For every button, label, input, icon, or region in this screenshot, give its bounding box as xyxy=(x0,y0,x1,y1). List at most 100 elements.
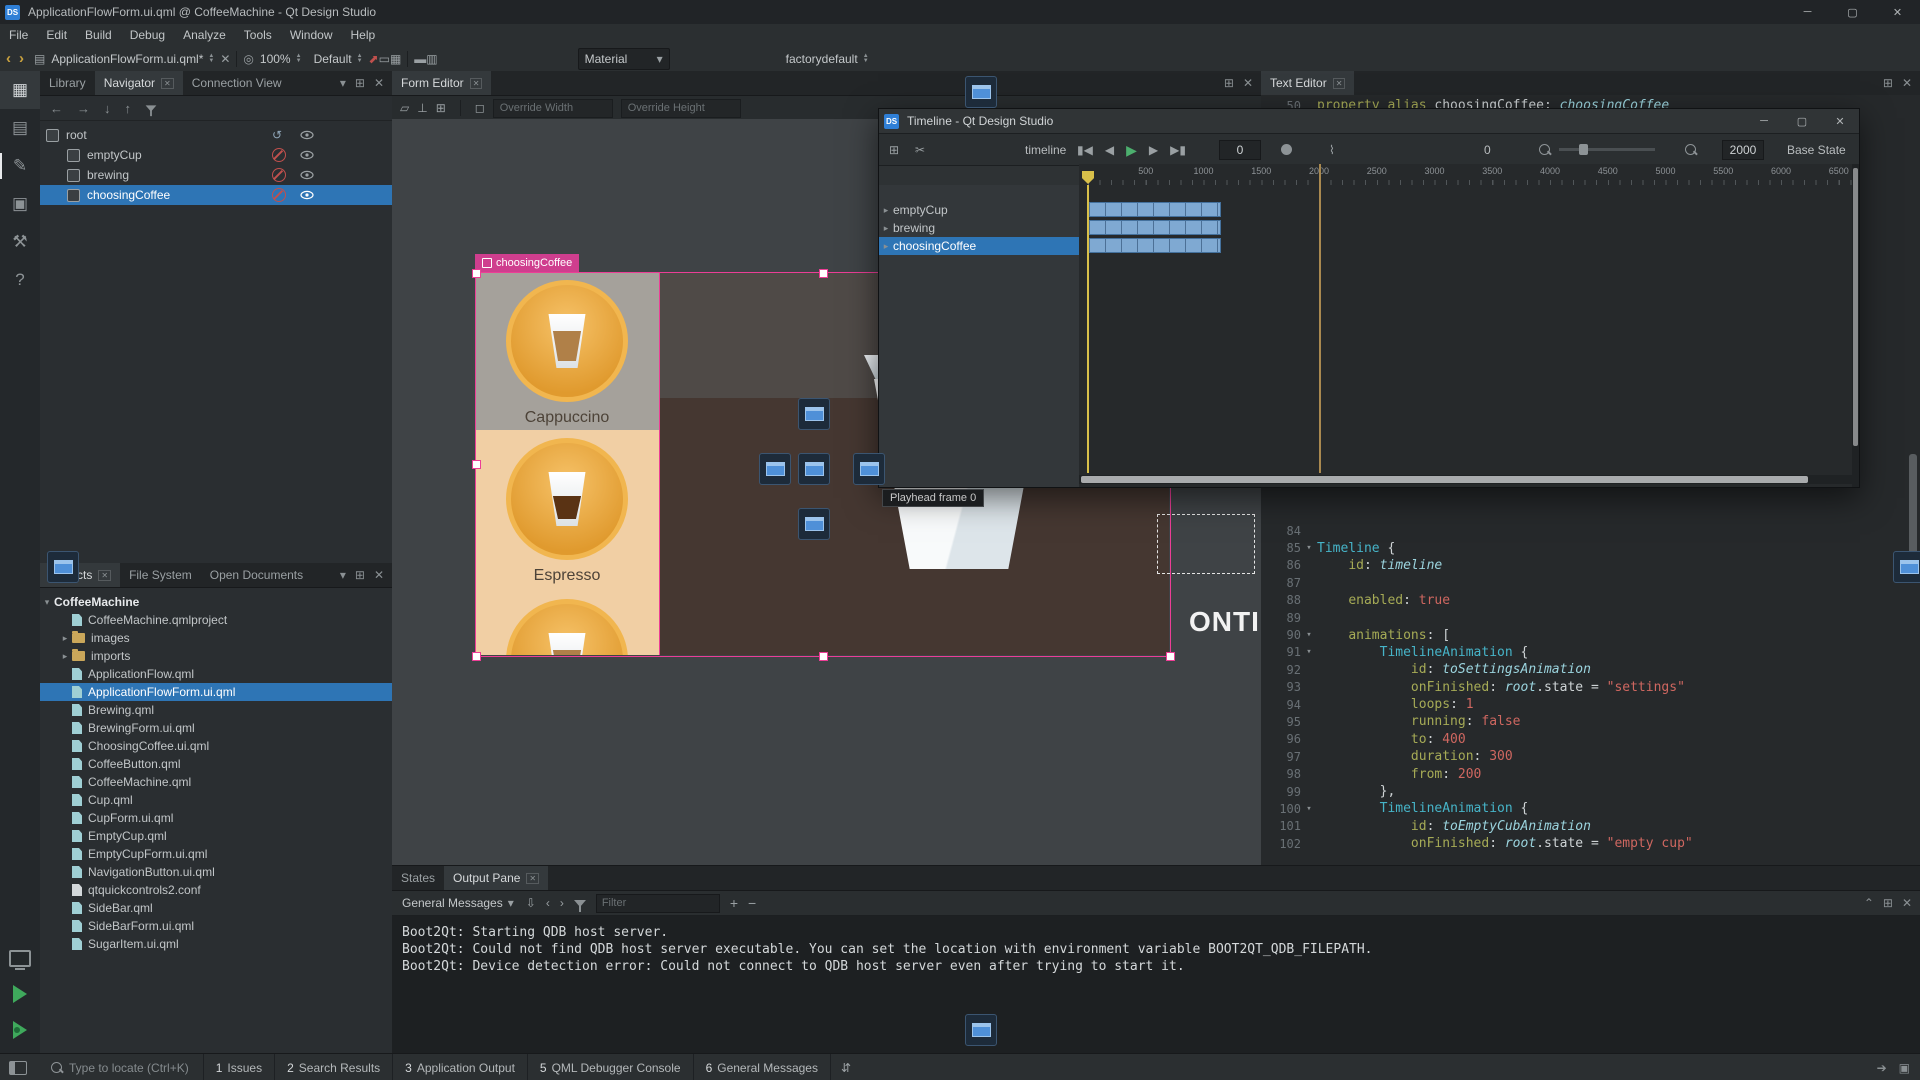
coffee-item-cappuccino[interactable]: Cappuccino xyxy=(475,272,659,430)
next-frame-icon[interactable]: ▶ xyxy=(1149,144,1158,156)
timeline-zoom-slider[interactable] xyxy=(1559,148,1655,151)
panel-split-icon[interactable]: ⊞ xyxy=(355,76,365,90)
tab-library[interactable]: Library xyxy=(40,71,95,95)
coffee-item-espresso[interactable]: Espresso xyxy=(475,430,659,591)
keyframe-bar-choosingCoffee[interactable] xyxy=(1088,238,1221,253)
state-label[interactable]: Base State xyxy=(1787,134,1846,165)
coffee-item-partial[interactable] xyxy=(475,591,659,655)
timeline-settings-icon[interactable]: ⊞ xyxy=(889,144,899,156)
zoom-selector[interactable]: 100% ▲▼ xyxy=(254,49,308,69)
resize-handle[interactable] xyxy=(472,269,481,278)
end-frame-field[interactable]: 2000 xyxy=(1722,140,1764,160)
toggle-right-sidebar-icon[interactable]: ▣ xyxy=(1899,1061,1910,1075)
zoom-slider-thumb[interactable] xyxy=(1579,144,1588,155)
no-export-icon[interactable] xyxy=(272,188,286,202)
visibility-eye-icon[interactable] xyxy=(300,129,314,141)
bounds-icon[interactable]: ◻ xyxy=(475,102,485,114)
statusbar-button-search-results[interactable]: 2Search Results xyxy=(275,1054,393,1080)
project-file-ApplicationFlowForm.ui.qml[interactable]: ApplicationFlowForm.ui.qml xyxy=(40,683,392,701)
project-file-BrewingForm.ui.qml[interactable]: BrewingForm.ui.qml xyxy=(40,719,392,737)
mode-design-icon[interactable]: ✎ xyxy=(0,147,40,185)
mode-components-icon[interactable]: ▣ xyxy=(0,185,40,223)
tab-text-editor[interactable]: Text Editor✕ xyxy=(1261,71,1354,95)
project-file-SideBarForm.ui.qml[interactable]: SideBarForm.ui.qml xyxy=(40,917,392,935)
panel-split-icon[interactable]: ⊞ xyxy=(355,568,365,582)
project-file-SideBar.qml[interactable]: SideBar.qml xyxy=(40,899,392,917)
panel-dropdown-icon[interactable]: ▾ xyxy=(340,76,346,90)
fold-marker-icon[interactable]: ▾ xyxy=(1301,543,1317,553)
mode-edit-icon[interactable]: ▤ xyxy=(0,109,40,147)
timeline-track-brewing[interactable]: ▸brewing xyxy=(879,219,1079,237)
prev-item-icon[interactable]: ‹ xyxy=(546,897,550,909)
statusbar-button-general-messages[interactable]: 6General Messages xyxy=(694,1054,831,1080)
forward-icon[interactable]: › xyxy=(19,50,24,67)
selection-tool-icon[interactable]: ▭ xyxy=(379,53,390,65)
output-log[interactable]: Boot2Qt: Starting QDB host server.Boot2Q… xyxy=(392,916,1920,975)
nav-back-icon[interactable]: ← xyxy=(50,101,63,116)
panel-dropdown-icon[interactable]: ▾ xyxy=(340,568,346,582)
previous-frame-icon[interactable]: ◀ xyxy=(1105,144,1114,156)
grid-tool-icon[interactable]: ▦ xyxy=(390,53,401,65)
nav-move-up-icon[interactable]: ↑ xyxy=(125,101,132,116)
close-button[interactable]: ✕ xyxy=(1875,0,1920,24)
export-toggle-icon[interactable]: ↺ xyxy=(272,129,282,141)
menu-window[interactable]: Window xyxy=(281,24,342,46)
dock-indicator-right-edge-icon[interactable] xyxy=(1893,551,1920,583)
output-channel-selector[interactable]: General Messages ▾ xyxy=(400,893,516,913)
close-document-icon[interactable]: ✕ xyxy=(220,53,230,65)
resize-handle[interactable] xyxy=(472,460,481,469)
panel-split-icon[interactable]: ⊞ xyxy=(1224,76,1234,90)
kit-selector-icon[interactable] xyxy=(9,950,31,967)
save-icon[interactable]: ▤ xyxy=(34,53,45,65)
timeline-ruler[interactable]: 5001000150020002500300035004000450050005… xyxy=(1079,164,1852,186)
project-file-images[interactable]: ▸images xyxy=(40,629,392,647)
resize-handle[interactable] xyxy=(819,652,828,661)
document-selector[interactable]: ApplicationFlowForm.ui.qml* ▲▼ xyxy=(45,49,220,69)
debug-run-button[interactable] xyxy=(13,1021,27,1039)
dock-indicator-up-icon[interactable] xyxy=(798,398,830,430)
dock-indicator-bottom-edge-icon[interactable] xyxy=(965,1014,997,1046)
save-log-icon[interactable]: ⇩ xyxy=(526,897,536,909)
no-export-icon[interactable] xyxy=(272,148,286,162)
menu-edit[interactable]: Edit xyxy=(37,24,76,46)
fold-marker-icon[interactable]: ▾ xyxy=(1301,647,1317,657)
keyframe-bar-brewing[interactable] xyxy=(1088,220,1221,235)
export-icon[interactable]: ⬈ xyxy=(369,53,379,65)
menu-debug[interactable]: Debug xyxy=(121,24,174,46)
timeline-name[interactable]: timeline xyxy=(1025,134,1066,165)
timeline-maximize-button[interactable]: ▢ xyxy=(1783,109,1821,133)
fold-marker-icon[interactable]: ▾ xyxy=(1301,804,1317,814)
project-file-qtquickcontrols2.conf[interactable]: qtquickcontrols2.conf xyxy=(40,881,392,899)
menu-analyze[interactable]: Analyze xyxy=(174,24,235,46)
visibility-eye-icon[interactable] xyxy=(300,169,314,181)
nav-filter-icon[interactable] xyxy=(146,105,157,111)
selection-tag[interactable]: choosingCoffee xyxy=(475,254,579,272)
close-tab-icon[interactable]: ✕ xyxy=(98,570,111,581)
project-file-EmptyCup.qml[interactable]: EmptyCup.qml xyxy=(40,827,392,845)
mode-welcome-icon[interactable]: ▦ xyxy=(0,71,40,109)
snap-anchors-icon[interactable]: ⊥ xyxy=(417,102,427,114)
timeline-titlebar[interactable]: DS Timeline - Qt Design Studio ─ ▢ ✕ xyxy=(879,109,1859,134)
live-preview-icon[interactable]: ◎ xyxy=(243,53,253,65)
expand-icon[interactable]: ▸ xyxy=(58,651,72,662)
timeline-close-button[interactable]: ✕ xyxy=(1821,109,1859,133)
play-icon[interactable]: ▶ xyxy=(1126,143,1137,157)
panel-close-icon[interactable]: ✕ xyxy=(374,568,384,582)
expand-icon[interactable]: ▸ xyxy=(879,241,893,252)
dock-indicator-left-edge-icon[interactable] xyxy=(47,551,79,583)
project-file-NavigationButton.ui.qml[interactable]: NavigationButton.ui.qml xyxy=(40,863,392,881)
override-width-field[interactable]: Override Width xyxy=(493,99,613,118)
editor-scrollbar[interactable] xyxy=(1909,454,1917,564)
tab-open-documents[interactable]: Open Documents xyxy=(201,563,312,587)
curve-picker-icon[interactable]: ⌇ xyxy=(1329,144,1335,156)
statusbar-button-application-output[interactable]: 3Application Output xyxy=(393,1054,528,1080)
project-file-CoffeeMachine.qml[interactable]: CoffeeMachine.qml xyxy=(40,773,392,791)
tab-connection-view[interactable]: Connection View xyxy=(183,71,291,95)
zoom-out-text-icon[interactable]: − xyxy=(748,896,756,910)
locator-field[interactable]: Type to locate (Ctrl+K) xyxy=(37,1054,204,1080)
tab-file-system[interactable]: File System xyxy=(120,563,201,587)
zoom-in-icon[interactable] xyxy=(1685,144,1696,155)
nav-forward-icon[interactable]: → xyxy=(77,101,90,116)
resize-handle[interactable] xyxy=(472,652,481,661)
layout-tool-icon[interactable]: ▥ xyxy=(426,53,437,65)
